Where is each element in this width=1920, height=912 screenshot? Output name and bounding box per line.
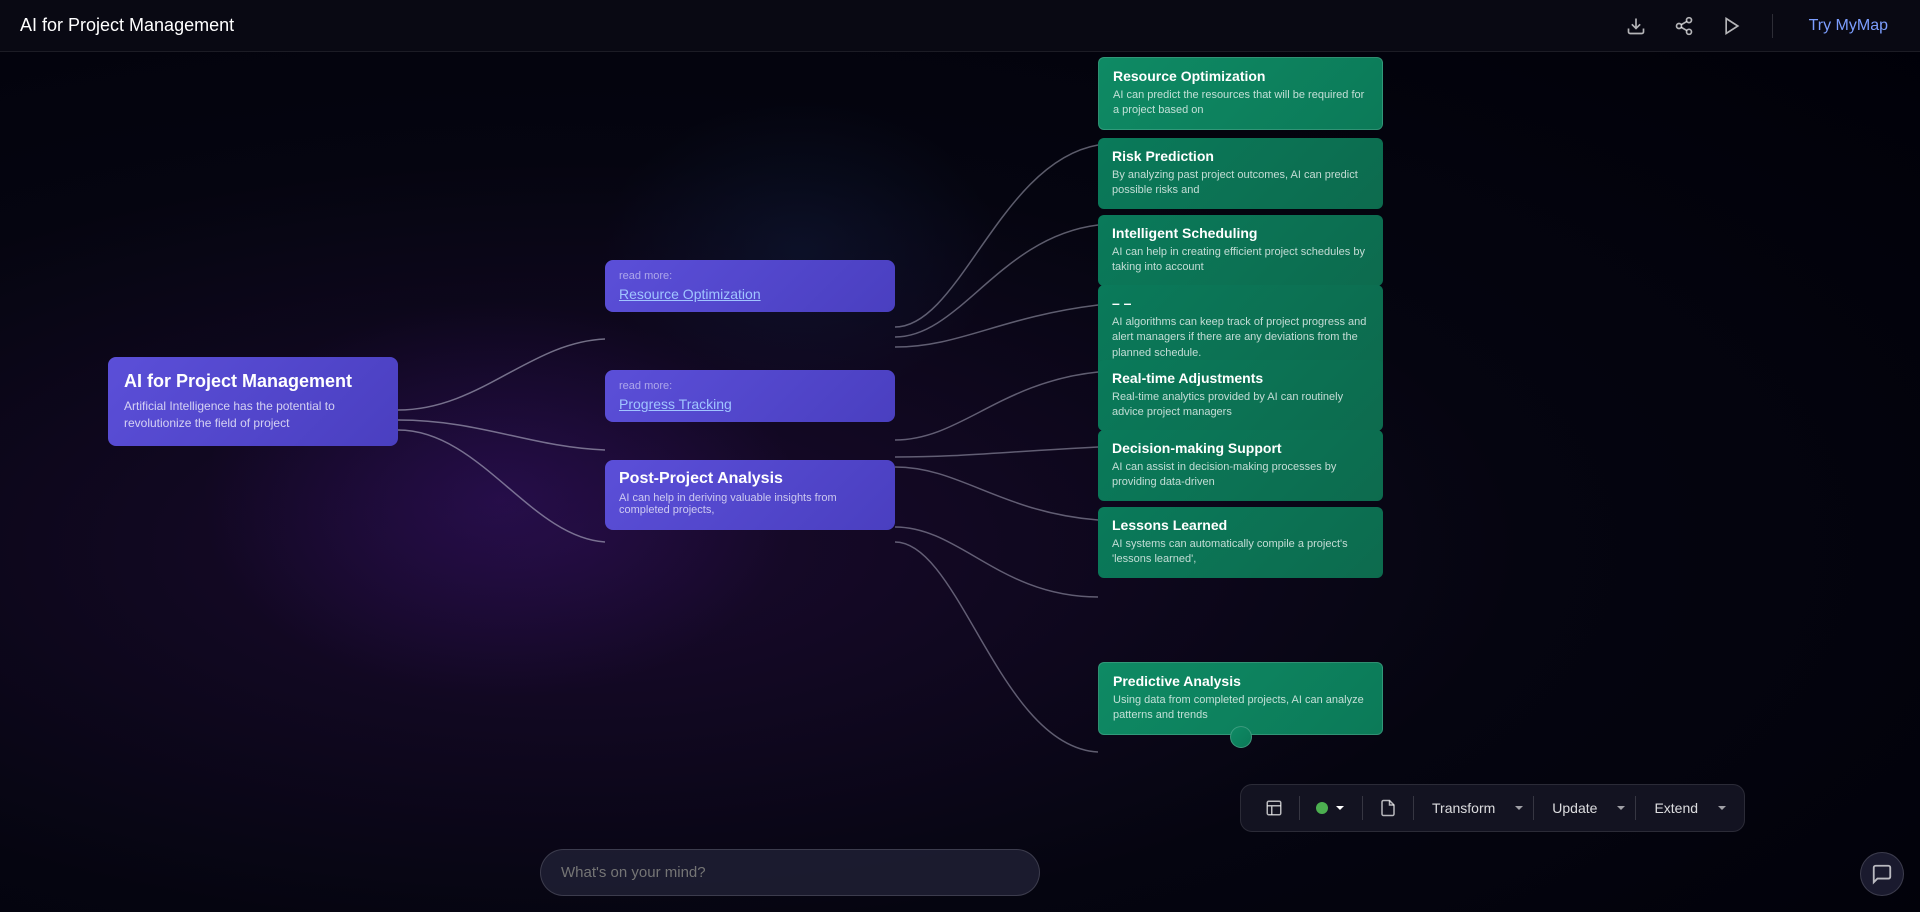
leaf-intelligent-scheduling: Intelligent Scheduling AI can help in cr… xyxy=(1098,215,1383,286)
toolbar-doc-btn[interactable] xyxy=(1371,793,1405,823)
download-button[interactable] xyxy=(1620,10,1652,42)
green-dot-icon xyxy=(1316,802,1328,814)
toolbar-divider-4 xyxy=(1533,796,1534,820)
leaf-desc-5: Real-time analytics provided by AI can r… xyxy=(1112,390,1369,421)
extend-chevron xyxy=(1716,802,1728,814)
leaf-title-5: Real-time Adjustments xyxy=(1112,370,1369,386)
leaf-title-3: Intelligent Scheduling xyxy=(1112,225,1369,241)
leaf-desc-1: AI can predict the resources that will b… xyxy=(1113,88,1368,119)
transform-chevron xyxy=(1513,802,1525,814)
leaf-decision-support: Decision-making Support AI can assist in… xyxy=(1098,430,1383,501)
leaf-lessons-learned: Lessons Learned AI systems can automatic… xyxy=(1098,507,1383,578)
chat-bubble-button[interactable] xyxy=(1860,852,1904,896)
chat-input-container xyxy=(540,849,1040,896)
central-node: AI for Project Management Artificial Int… xyxy=(108,357,398,446)
toolbar-divider-1 xyxy=(1299,796,1300,820)
branch-desc-3: AI can help in deriving valuable insight… xyxy=(619,492,881,516)
leaf-title-2: Risk Prediction xyxy=(1112,148,1369,164)
header-divider xyxy=(1772,14,1773,38)
leaf-desc-3: AI can help in creating efficient projec… xyxy=(1112,245,1369,276)
branch-node-postproject[interactable]: Post-Project Analysis AI can help in der… xyxy=(605,460,895,530)
leaf-title-4: – – xyxy=(1112,295,1369,311)
branch-readmore-2: read more: xyxy=(619,380,881,392)
branch-readmore-1: read more: xyxy=(619,270,881,282)
toolbar-screenshot-btn[interactable] xyxy=(1257,793,1291,823)
transform-button[interactable]: Transform xyxy=(1422,794,1505,822)
branch-link-2[interactable]: Progress Tracking xyxy=(619,396,881,412)
toolbar-divider-3 xyxy=(1413,796,1414,820)
branch-node-resource[interactable]: read more: Resource Optimization xyxy=(605,260,895,312)
bg-glow-2 xyxy=(600,100,1000,400)
branch-link-1[interactable]: Resource Optimization xyxy=(619,286,881,302)
leaf-predictive-analysis: Predictive Analysis Using data from comp… xyxy=(1098,662,1383,735)
bottom-toolbar: Transform Update Extend xyxy=(1240,784,1745,832)
toolbar-green-toggle[interactable] xyxy=(1308,796,1354,820)
leaf-desc-6: AI can assist in decision-making process… xyxy=(1112,460,1369,491)
leaf-title-7: Lessons Learned xyxy=(1112,517,1369,533)
extend-button[interactable]: Extend xyxy=(1644,794,1708,822)
leaf-desc-2: By analyzing past project outcomes, AI c… xyxy=(1112,168,1369,199)
leaf-realtime-adjustments: Real-time Adjustments Real-time analytic… xyxy=(1098,360,1383,431)
toolbar-divider-5 xyxy=(1635,796,1636,820)
leaf-title-6: Decision-making Support xyxy=(1112,440,1369,456)
share-button[interactable] xyxy=(1668,10,1700,42)
leaf-risk-prediction: Risk Prediction By analyzing past projec… xyxy=(1098,138,1383,209)
play-button[interactable] xyxy=(1716,10,1748,42)
header-actions: Try MyMap xyxy=(1620,10,1900,42)
leaf-title-8: Predictive Analysis xyxy=(1113,673,1368,689)
update-button[interactable]: Update xyxy=(1542,794,1607,822)
leaf-resource-optimization: Resource Optimization AI can predict the… xyxy=(1098,57,1383,130)
leaf-expand-btn[interactable] xyxy=(1230,726,1252,748)
update-chevron xyxy=(1615,802,1627,814)
leaf-title-1: Resource Optimization xyxy=(1113,68,1368,84)
leaf-desc-7: AI systems can automatically compile a p… xyxy=(1112,537,1369,568)
central-node-desc: Artificial Intelligence has the potentia… xyxy=(124,398,382,432)
app-title: AI for Project Management xyxy=(20,15,234,36)
toolbar-divider-2 xyxy=(1362,796,1363,820)
leaf-dashes: – – AI algorithms can keep track of proj… xyxy=(1098,285,1383,371)
branch-title-3: Post-Project Analysis xyxy=(619,470,881,488)
branch-node-progress[interactable]: read more: Progress Tracking xyxy=(605,370,895,422)
leaf-desc-4: AI algorithms can keep track of project … xyxy=(1112,315,1369,361)
central-node-title: AI for Project Management xyxy=(124,371,382,392)
header: AI for Project Management Try MyMap xyxy=(0,0,1920,52)
chat-input[interactable] xyxy=(540,849,1040,896)
try-mymap-button[interactable]: Try MyMap xyxy=(1797,11,1900,41)
leaf-desc-8: Using data from completed projects, AI c… xyxy=(1113,693,1368,724)
